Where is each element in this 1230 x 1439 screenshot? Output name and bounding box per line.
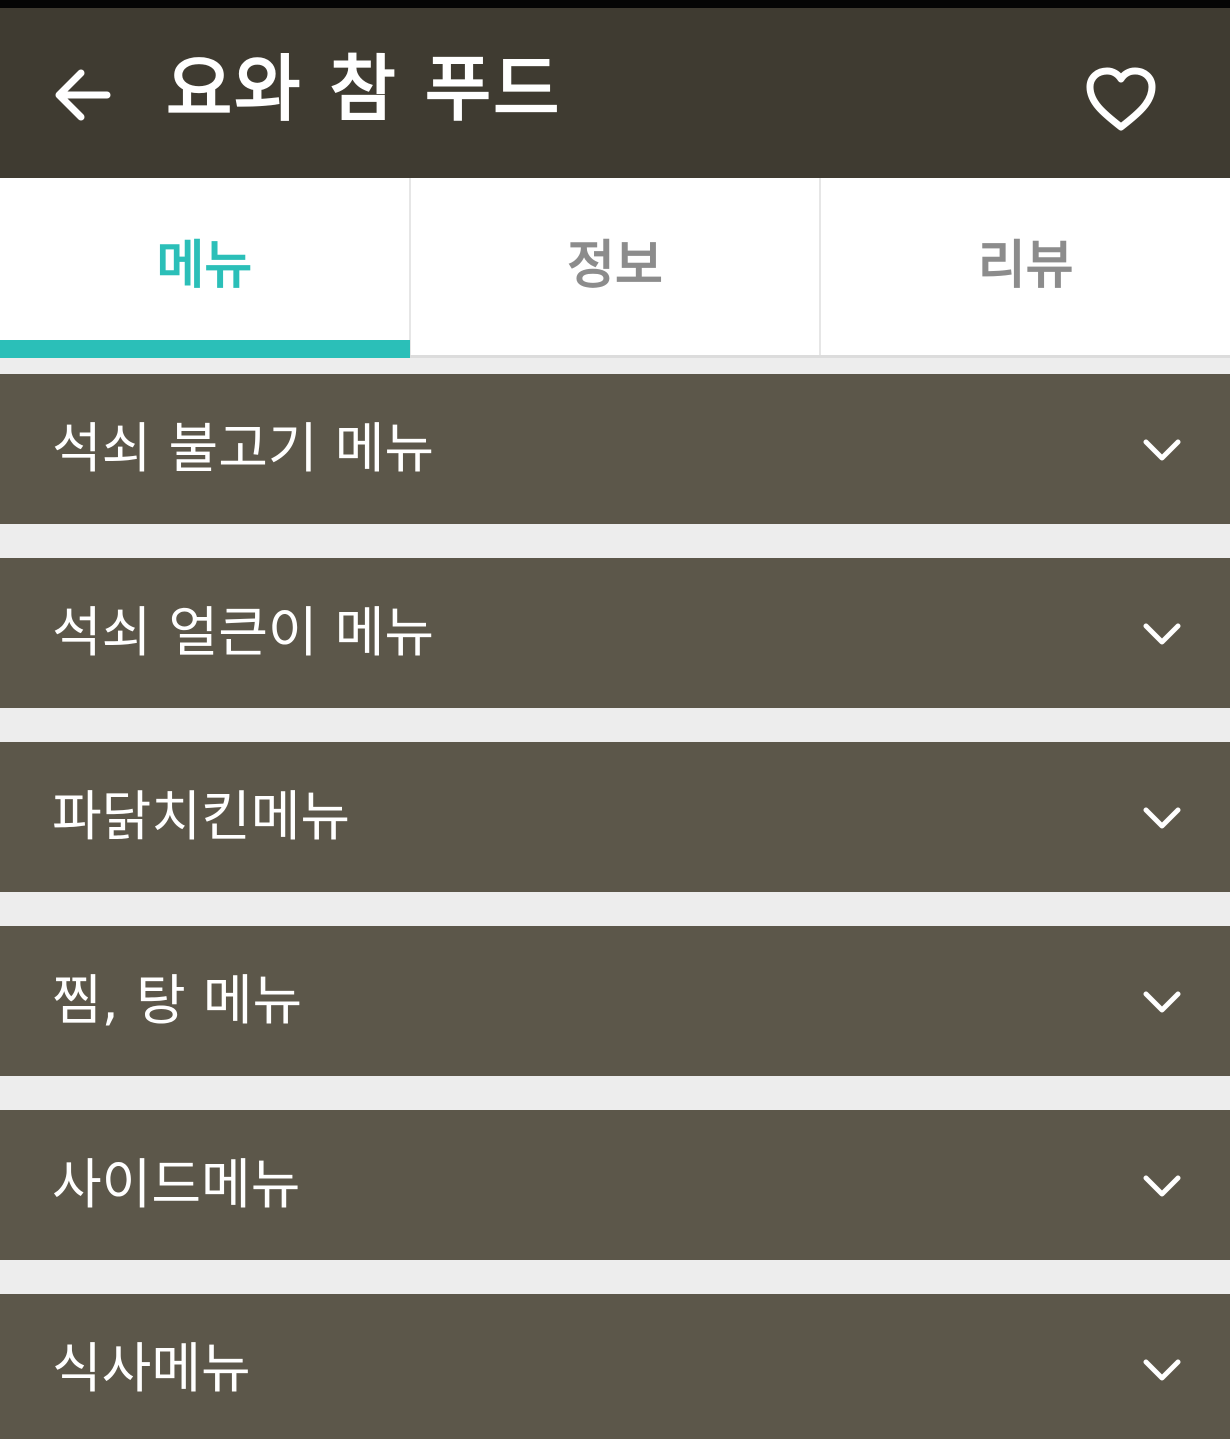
back-button[interactable] (42, 50, 122, 140)
menu-category-item[interactable]: 사이드메뉴 (0, 1110, 1230, 1260)
chevron-down-icon (1143, 991, 1181, 1013)
tab-label: 리뷰 (977, 236, 1074, 296)
menu-category-item[interactable]: 석쇠 얼큰이 메뉴 (0, 558, 1230, 708)
menu-category-item[interactable]: 파닭치킨메뉴 (0, 742, 1230, 892)
chevron-down-icon (1143, 439, 1181, 461)
tab-bar: 메뉴 정보 리뷰 (0, 178, 1230, 358)
menu-category-list: 석쇠 불고기 메뉴 석쇠 얼큰이 메뉴 파닭치킨메뉴 찜, 탕 메뉴 사이드메뉴… (0, 358, 1230, 1439)
tab-label: 정보 (567, 236, 663, 296)
chevron-down-icon (1143, 623, 1181, 645)
tab-label: 메뉴 (156, 236, 253, 296)
page-title: 요와 참 푸드 (166, 47, 562, 131)
chevron-down-icon (1143, 807, 1181, 829)
category-label: 찜, 탕 메뉴 (52, 969, 303, 1032)
chevron-down-icon (1143, 1359, 1181, 1381)
heart-outline-icon (1086, 67, 1156, 131)
active-tab-indicator (0, 340, 410, 358)
tab-info[interactable]: 정보 (408, 178, 820, 355)
tab-review[interactable]: 리뷰 (819, 178, 1230, 355)
arrow-left-icon (55, 69, 111, 121)
favorite-button[interactable] (1074, 52, 1168, 148)
category-label: 석쇠 얼큰이 메뉴 (52, 601, 435, 664)
app-bar: 요와 참 푸드 (0, 8, 1230, 178)
tab-menu[interactable]: 메뉴 (0, 178, 409, 355)
menu-category-item[interactable]: 찜, 탕 메뉴 (0, 926, 1230, 1076)
category-label: 파닭치킨메뉴 (52, 785, 351, 848)
category-label: 석쇠 불고기 메뉴 (52, 417, 435, 480)
category-label: 사이드메뉴 (52, 1153, 301, 1216)
menu-category-item[interactable]: 석쇠 불고기 메뉴 (0, 374, 1230, 524)
status-strip (0, 0, 1230, 8)
chevron-down-icon (1143, 1175, 1181, 1197)
category-label: 식사메뉴 (52, 1337, 251, 1400)
menu-category-item[interactable]: 식사메뉴 (0, 1294, 1230, 1439)
